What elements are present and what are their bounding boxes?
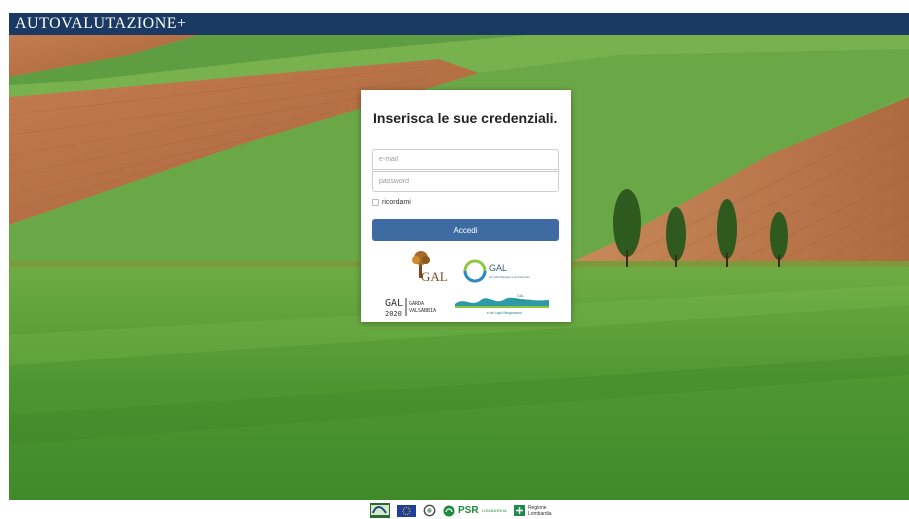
- leader-logo: [370, 503, 390, 518]
- gal-garda-side-2: VALSABBIA: [409, 308, 436, 314]
- gal-garda-main: GAL: [385, 298, 403, 309]
- regione-emblem-icon: [513, 505, 525, 516]
- login-title: Inserisca le sue credenziali.: [373, 110, 558, 126]
- remember-me-checkbox[interactable]: ricordami: [372, 197, 411, 207]
- password-input[interactable]: [372, 171, 559, 192]
- gal-colli-title: GAL: [489, 263, 507, 273]
- psr-text: PSR: [458, 505, 479, 516]
- gal-garda-year: 2020: [385, 310, 402, 318]
- eu-flag-logo: [397, 504, 416, 517]
- app-title-bar: AUTOVALUTAZIONE+: [9, 13, 909, 35]
- footer-logos: PSR LOMBARDIA Regione Lombardia: [370, 502, 552, 519]
- gal-tree-text: GAL: [421, 269, 448, 284]
- app-title: AUTOVALUTAZIONE+: [15, 15, 187, 32]
- psr-logo: PSR LOMBARDIA: [443, 505, 507, 517]
- gal-valle-text-3: e dei Laghi Bergamaschi: [487, 311, 522, 315]
- regione-text-2: Lombardia: [527, 510, 552, 517]
- gal-tree-logo: GAL: [412, 251, 448, 284]
- regione-lombardia-logo: Regione Lombardia: [513, 505, 552, 517]
- login-button[interactable]: Accedi: [372, 219, 559, 241]
- psr-mark-icon: [443, 505, 455, 516]
- psr-small-text: LOMBARDIA: [481, 508, 507, 513]
- republic-emblem-logo: [423, 504, 436, 517]
- login-card: Inserisca le sue credenziali. ricordami …: [361, 90, 571, 322]
- remember-me-label: ricordami: [382, 198, 411, 206]
- email-input[interactable]: [372, 149, 559, 170]
- gal-colli-subtitle: dei Colli di Bergamo e del Canto Alto: [489, 276, 530, 279]
- checkbox-icon[interactable]: [372, 198, 379, 206]
- gal-valle-seriana-logo: GAL Valle Seriana e dei Laghi Bergamasch…: [455, 294, 549, 315]
- gal-garda-logo: GAL 2020 GARDA VALSABBIA: [385, 298, 436, 318]
- app-frame: AUTOVALUTAZIONE+ Inserisca le sue creden…: [9, 13, 909, 500]
- gal-valle-text-2: Valle Seriana: [515, 298, 533, 302]
- gal-garda-side-1: GARDA: [409, 301, 424, 307]
- partner-logos: GAL GAL dei Colli di Bergamo e del Canto…: [385, 251, 549, 318]
- gal-colli-logo: GAL dei Colli di Bergamo e del Canto Alt…: [463, 259, 530, 283]
